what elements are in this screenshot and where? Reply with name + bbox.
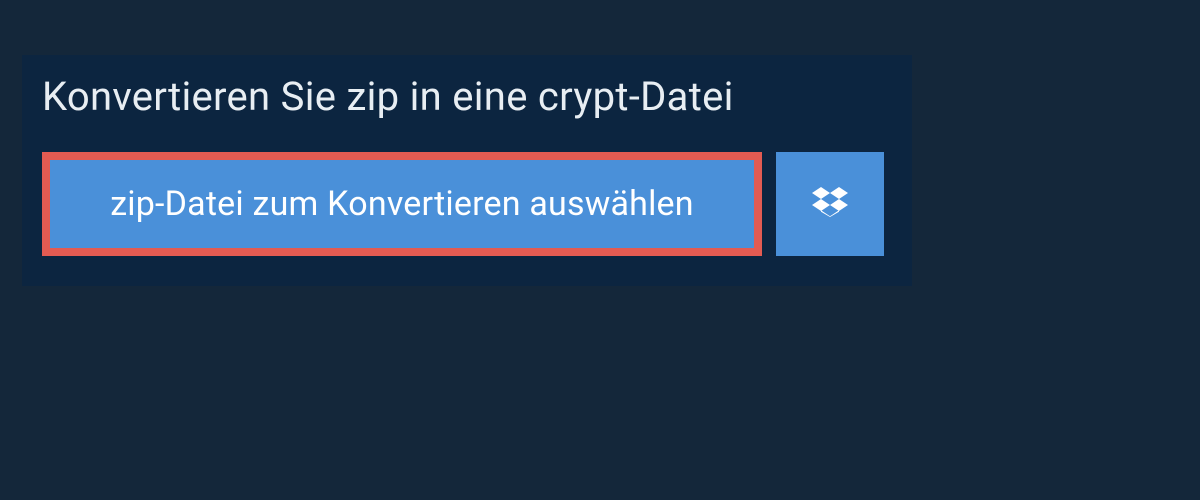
select-file-button[interactable]: zip-Datei zum Konvertieren auswählen: [42, 152, 762, 256]
dropbox-icon: [812, 184, 848, 224]
upload-button-row: zip-Datei zum Konvertieren auswählen: [22, 142, 912, 286]
select-file-button-label: zip-Datei zum Konvertieren auswählen: [110, 184, 694, 224]
page-title: Konvertieren Sie zip in eine crypt-Datei: [22, 55, 912, 142]
dropbox-button[interactable]: [776, 152, 884, 256]
converter-panel: Konvertieren Sie zip in eine crypt-Datei…: [22, 55, 912, 286]
